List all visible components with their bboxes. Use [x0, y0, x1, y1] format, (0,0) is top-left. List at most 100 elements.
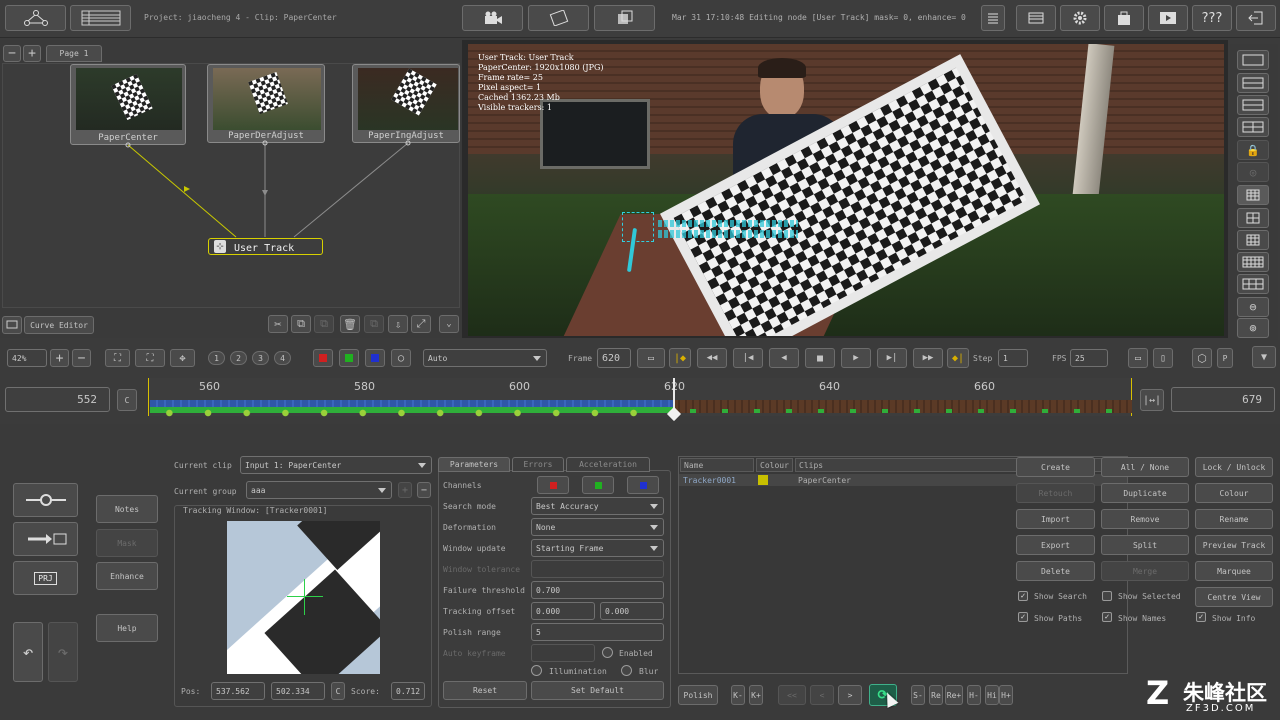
remove-button[interactable]: Remove	[1101, 509, 1189, 529]
preview-track-button[interactable]: Preview Track	[1195, 535, 1273, 555]
save-button[interactable]: ⇩	[388, 315, 408, 333]
layout-quad-button[interactable]	[1237, 117, 1269, 137]
layout-single-button[interactable]	[1237, 50, 1269, 70]
layout-split-h-button[interactable]	[1237, 73, 1269, 93]
log-button[interactable]	[981, 5, 1005, 31]
step-field[interactable]: 1	[998, 349, 1028, 367]
cut-button[interactable]: ✂	[268, 315, 288, 333]
duplicate-tracker-button[interactable]: Duplicate	[1101, 483, 1189, 503]
fit-timeline-button[interactable]: |↔|	[1140, 389, 1164, 411]
tab-parameters[interactable]: Parameters	[438, 457, 510, 472]
show-names-checkbox[interactable]: ✓	[1102, 612, 1112, 622]
zoom-out-button[interactable]: −	[72, 349, 91, 367]
track-forward-button[interactable]: >	[838, 685, 862, 705]
play-button[interactable]: ▶	[841, 348, 871, 368]
tracking-window-image[interactable]	[227, 521, 380, 674]
zoom-field[interactable]: 42%	[7, 349, 47, 367]
stop-button[interactable]: ■	[805, 348, 835, 368]
camera-button[interactable]	[462, 5, 523, 31]
notes-button[interactable]: Notes	[96, 495, 158, 523]
split-button[interactable]: Split	[1101, 535, 1189, 555]
tab-errors[interactable]: Errors	[512, 457, 564, 472]
paste-button[interactable]: ⧉	[314, 315, 334, 333]
grid-1-button[interactable]	[1237, 185, 1269, 205]
fit-button[interactable]: ⤢	[411, 315, 431, 333]
re-plus-button[interactable]: Re+	[945, 685, 963, 705]
pan-button[interactable]: ✥	[170, 349, 195, 367]
green-channel-button[interactable]	[339, 349, 359, 367]
s-minus-button[interactable]: S-	[911, 685, 925, 705]
blue-channel-button[interactable]	[365, 349, 385, 367]
collapse-button[interactable]: ⌄	[439, 315, 459, 333]
show-info-checkbox[interactable]: ✓	[1196, 612, 1206, 622]
redo-button[interactable]: ↷	[48, 622, 78, 682]
key-plus-button[interactable]: K+	[749, 685, 763, 705]
track-back-button[interactable]: <	[810, 685, 834, 705]
channel-blue-toggle[interactable]	[627, 476, 659, 494]
re-button[interactable]: Re	[929, 685, 943, 705]
end-frame-field[interactable]: 679	[1171, 387, 1275, 412]
group-remove-button[interactable]: −	[417, 482, 431, 498]
help-button[interactable]: ???	[1192, 5, 1232, 31]
go-end-button[interactable]: ▶▶	[913, 348, 943, 368]
film-button[interactable]	[528, 5, 589, 31]
mode-select[interactable]: Auto	[423, 349, 547, 367]
menu-button[interactable]	[1016, 5, 1056, 31]
exit-button[interactable]	[1236, 5, 1276, 31]
mode-export-button[interactable]	[13, 522, 78, 556]
undo-button[interactable]: ↶	[13, 622, 43, 682]
pos-x-field[interactable]: 537.562	[211, 682, 265, 700]
cube-button[interactable]: ⬡	[1192, 348, 1212, 368]
prev-key-button[interactable]: |◆	[669, 348, 691, 368]
info-button[interactable]: ▯	[1153, 348, 1173, 368]
group-add-button[interactable]: +	[398, 482, 412, 498]
next-key-button[interactable]: ◆|	[947, 348, 969, 368]
marquee-button[interactable]: Marquee	[1195, 561, 1273, 581]
failure-threshold-field[interactable]: 0.700	[531, 581, 664, 599]
hi-button[interactable]: Hi	[985, 685, 999, 705]
track-back-all-button[interactable]: <<	[778, 685, 806, 705]
step-back-button[interactable]: |◀	[733, 348, 763, 368]
enhance-button[interactable]: Enhance	[96, 562, 158, 590]
pos-c-button[interactable]: C	[331, 682, 345, 700]
h-minus-button[interactable]: H-	[967, 685, 981, 705]
collapse-panel-button[interactable]: ▼	[1252, 346, 1276, 368]
search-mode-select[interactable]: Best Accuracy	[531, 497, 664, 515]
layout-split-v-button[interactable]	[1237, 95, 1269, 115]
red-channel-button[interactable]	[313, 349, 333, 367]
deformation-select[interactable]: None	[531, 518, 664, 536]
copy-button[interactable]: ⧉	[291, 315, 311, 333]
channel-green-toggle[interactable]	[582, 476, 614, 494]
grid-5-button[interactable]	[1237, 274, 1269, 294]
tracker-box[interactable]	[622, 212, 654, 242]
duplicate-button[interactable]: ⧉	[364, 315, 384, 333]
frame-field[interactable]: 620	[597, 348, 631, 368]
current-clip-select[interactable]: Input 1: PaperCenter	[240, 456, 432, 474]
fps-field[interactable]: 25	[1070, 349, 1108, 367]
render-button[interactable]	[1148, 5, 1188, 31]
display-button[interactable]: ▭	[1128, 348, 1148, 368]
fullscreen-button[interactable]: ⛶	[135, 349, 165, 367]
reset-button[interactable]: Reset	[443, 681, 527, 700]
create-button[interactable]: Create	[1016, 457, 1095, 477]
overlay-2-button[interactable]: ⊚	[1237, 318, 1269, 338]
zoom-in-button[interactable]: +	[50, 349, 69, 367]
settings-button[interactable]	[1060, 5, 1100, 31]
play-back-button[interactable]: ◀	[769, 348, 799, 368]
grid-4-button[interactable]	[1237, 252, 1269, 272]
colour-button[interactable]: Colour	[1195, 483, 1273, 503]
lock-unlock-button[interactable]: Lock / Unlock	[1195, 457, 1273, 477]
show-selected-checkbox[interactable]	[1102, 591, 1112, 601]
enabled-radio[interactable]	[602, 647, 613, 658]
overlay-button[interactable]: ⊜	[1237, 297, 1269, 317]
tracking-offset-y-field[interactable]: 0.000	[600, 602, 664, 620]
grid-3-button[interactable]	[1237, 230, 1269, 250]
mode-track-button[interactable]	[13, 483, 78, 517]
h-plus-button[interactable]: H+	[999, 685, 1013, 705]
clip-button[interactable]	[594, 5, 655, 31]
plugin-button[interactable]	[1104, 5, 1144, 31]
channel-red-toggle[interactable]	[537, 476, 569, 494]
mode-project-button[interactable]: PRJ	[13, 561, 78, 595]
timeline-c-button[interactable]: C	[117, 389, 137, 411]
show-search-checkbox[interactable]: ✓	[1018, 591, 1028, 601]
